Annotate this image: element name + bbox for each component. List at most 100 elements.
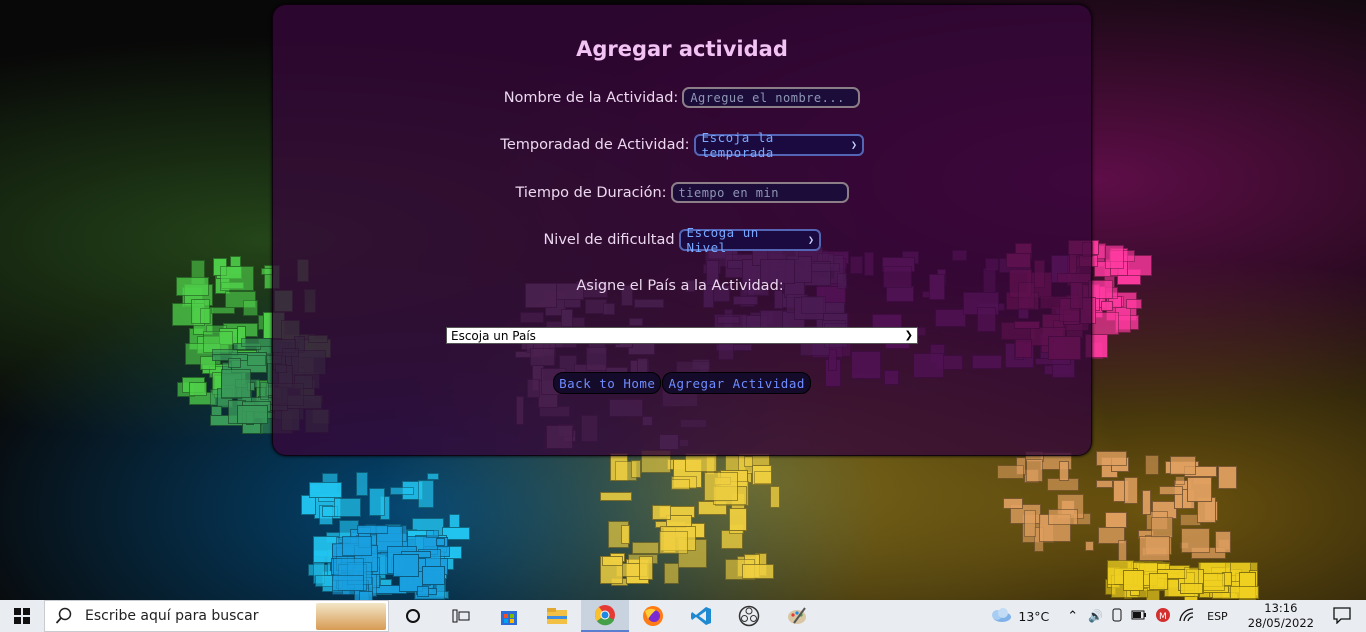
map-block <box>357 524 389 535</box>
volume-icon[interactable]: 🔊 <box>1088 609 1103 623</box>
map-block <box>417 479 434 508</box>
map-block <box>332 574 365 591</box>
windows-start-icon[interactable] <box>0 600 44 632</box>
map-block <box>242 300 258 316</box>
language-indicator[interactable]: ESP <box>1207 610 1228 623</box>
map-block <box>1174 475 1186 486</box>
season-label: Temporadad de Actividad: <box>500 137 690 153</box>
clock-date: 28/05/2022 <box>1247 616 1314 630</box>
map-block <box>1215 530 1232 553</box>
search-placeholder: Escribe aquí para buscar <box>85 608 259 624</box>
map-block <box>1186 476 1213 503</box>
back-to-home-button[interactable]: Back to Home <box>553 372 662 394</box>
map-block <box>753 471 773 484</box>
search-highlight-image <box>316 603 386 630</box>
name-row: Nombre de la Actividad: Agregue el nombr… <box>273 87 1091 108</box>
country-label-row: Asigne el País a la Actividad: <box>273 278 1091 294</box>
map-block <box>260 381 269 400</box>
map-block <box>176 276 210 297</box>
map-block <box>220 369 251 398</box>
add-activity-button[interactable]: Agregar Actividad <box>662 372 811 394</box>
notification-icon[interactable] <box>1332 606 1352 627</box>
clock[interactable]: 13:16 28/05/2022 <box>1248 601 1314 631</box>
map-block <box>997 464 1025 479</box>
battery-icon[interactable] <box>1131 609 1147 623</box>
map-block <box>435 538 445 546</box>
map-block <box>1218 465 1237 489</box>
map-block <box>1181 527 1210 554</box>
map-block <box>228 358 241 369</box>
map-block <box>219 265 255 291</box>
duration-placeholder: tiempo en min <box>678 185 779 200</box>
duration-label: Tiempo de Duración: <box>515 184 667 201</box>
map-block <box>621 524 631 544</box>
map-block <box>334 497 361 517</box>
map-block <box>1124 477 1138 504</box>
map-block <box>703 472 738 501</box>
wifi-icon[interactable] <box>1179 607 1195 625</box>
name-label: Nombre de la Actividad: <box>503 89 679 106</box>
map-block <box>1144 455 1160 475</box>
firefox-icon[interactable] <box>629 600 677 632</box>
device-icon[interactable] <box>1111 608 1123 625</box>
difficulty-row: Nivel de dificultad Escoga un Nivel ❯ <box>273 225 1091 255</box>
map-block <box>742 563 775 579</box>
duration-input[interactable]: tiempo en min <box>670 182 849 203</box>
button-row: Back to Home Agregar Actividad <box>273 372 1091 394</box>
map-block <box>1026 458 1043 483</box>
map-block <box>422 566 446 586</box>
map-block <box>1104 244 1125 270</box>
season-select[interactable]: Escoja la temporada ❯ <box>693 130 864 160</box>
map-block <box>1101 300 1113 311</box>
map-block <box>1023 509 1036 537</box>
map-block <box>630 460 642 478</box>
cortana-icon[interactable] <box>389 600 437 632</box>
map-block <box>342 536 372 557</box>
map-block <box>600 491 632 501</box>
form-title: Agregar actividad <box>576 37 788 61</box>
map-block <box>416 586 429 598</box>
map-block <box>211 306 235 315</box>
map-block <box>1202 572 1226 591</box>
antivirus-icon[interactable]: M <box>1155 607 1171 626</box>
chevron-down-icon: ❯ <box>904 330 913 341</box>
taskbar-search-box[interactable]: Escribe aquí para buscar <box>44 600 389 632</box>
map-block <box>199 308 211 324</box>
map-block <box>1151 517 1174 539</box>
season-select-value: Escoja la temporada <box>701 130 774 160</box>
map-block <box>1229 586 1259 600</box>
map-block <box>355 471 368 496</box>
weather-temperature[interactable]: 13°C <box>1018 609 1049 624</box>
chrome-icon[interactable] <box>581 600 629 632</box>
map-block <box>393 553 419 577</box>
file-explorer-icon[interactable] <box>533 600 581 632</box>
country-select[interactable]: Escoja un País ❯ <box>446 327 918 344</box>
chevron-down-icon: ❯ <box>808 234 815 246</box>
weather-cloud-icon[interactable] <box>988 607 1012 626</box>
add-activity-form: Agregar actividad Nombre de la Actividad… <box>272 4 1092 456</box>
obs-icon[interactable] <box>725 600 773 632</box>
map-block <box>425 529 440 538</box>
country-label: Asigne el País a la Actividad: <box>576 278 784 294</box>
map-block <box>1169 455 1197 476</box>
system-tray: 13°C ⌃ 🔊 M ESP 13:16 28/05/2022 <box>988 600 1366 632</box>
clock-time: 13:16 <box>1264 601 1298 615</box>
paint-icon[interactable] <box>773 600 821 632</box>
duration-row: Tiempo de Duración: tiempo en min <box>273 182 1091 203</box>
store-icon[interactable] <box>485 600 533 632</box>
activity-name-input[interactable]: Agregue el nombre... <box>682 87 861 108</box>
vscode-icon[interactable] <box>677 600 725 632</box>
map-block <box>652 505 672 521</box>
map-block <box>658 531 689 555</box>
difficulty-select[interactable]: Escoga un Nivel ❯ <box>678 225 821 255</box>
chevron-up-icon[interactable]: ⌃ <box>1067 609 1078 624</box>
map-block <box>769 486 780 508</box>
map-block <box>1058 461 1069 482</box>
map-block <box>188 381 207 396</box>
task-view-icon[interactable] <box>437 600 485 632</box>
activity-name-placeholder: Agregue el nombre... <box>690 90 845 105</box>
map-block <box>369 488 385 517</box>
map-block <box>309 481 342 499</box>
svg-text:M: M <box>1159 612 1167 622</box>
map-block <box>639 555 653 581</box>
